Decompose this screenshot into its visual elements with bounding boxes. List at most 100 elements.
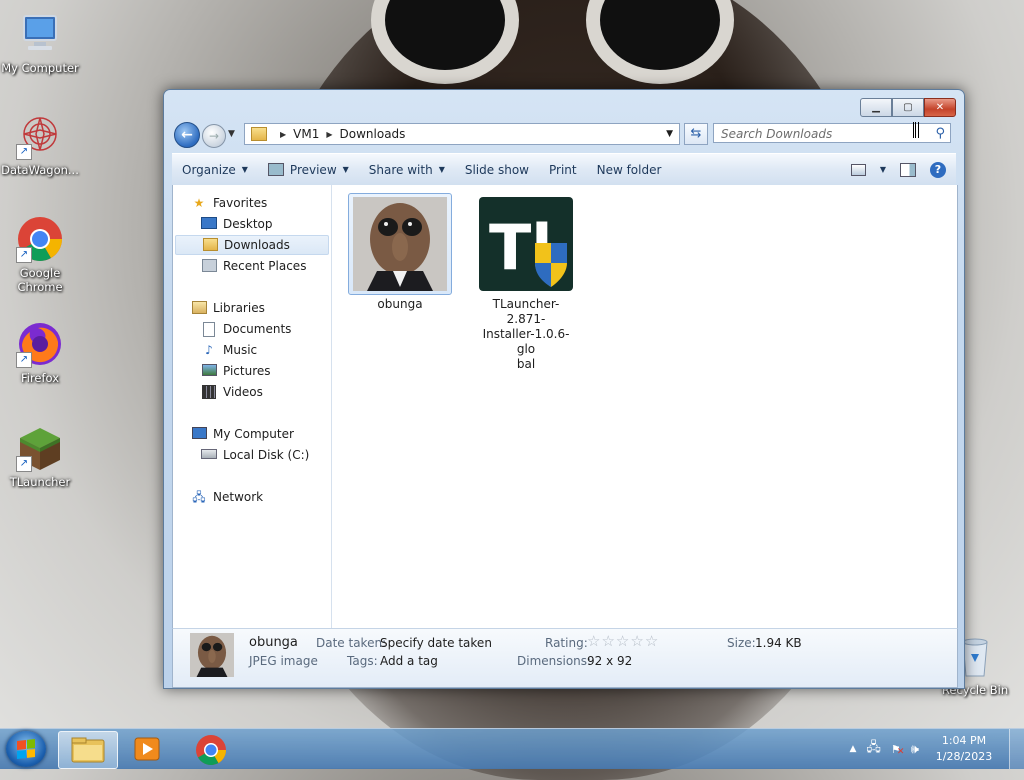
print-label: Print (549, 163, 577, 177)
nav-music[interactable]: ♪Music (201, 340, 257, 360)
show-hidden-icons-icon[interactable]: ▲ (850, 744, 857, 754)
details-pane: obunga JPEG image Date taken: Specify da… (172, 628, 958, 688)
size-value: 1.94 KB (755, 636, 802, 650)
pictures-icon (201, 364, 217, 378)
taskbar-chrome-button[interactable] (180, 731, 238, 767)
nav-label: Local Disk (C:) (223, 445, 309, 465)
preview-pane-icon[interactable] (900, 163, 916, 177)
file-item-obunga[interactable]: obunga (348, 193, 452, 312)
music-icon: ♪ (201, 343, 217, 357)
shortcut-arrow-icon: ↗ (16, 247, 32, 263)
maximize-button[interactable]: ▢ (892, 98, 924, 117)
nav-label: Pictures (223, 361, 271, 381)
change-view-icon[interactable] (851, 164, 866, 176)
nav-videos[interactable]: Videos (201, 382, 263, 402)
nav-libraries[interactable]: Libraries (191, 298, 265, 318)
file-item-tlauncher-installer[interactable]: Tl TLauncher-2.871- Installer-1.0.6-glo … (474, 193, 578, 372)
desktop-icon-tlauncher[interactable]: ↗ TLauncher (0, 424, 80, 489)
explorer-window[interactable]: ▁ ▢ ✕ ← → ▼ ▶ VM1 ▶ Downloads ▼ ⇆ Search… (163, 89, 965, 689)
address-dropdown-icon[interactable]: ▼ (666, 129, 673, 139)
shortcut-arrow-icon: ↗ (16, 352, 32, 368)
rating-stars[interactable]: ☆☆☆☆☆ (587, 632, 659, 650)
desktop-icon-google-chrome[interactable]: ↗ Google Chrome (0, 215, 80, 294)
nav-network[interactable]: 🖧Network (191, 487, 263, 507)
clock-time: 1:04 PM (929, 733, 999, 749)
preview-label: Preview (290, 163, 337, 177)
navigation-bar: ← → ▼ ▶ VM1 ▶ Downloads ▼ ⇆ Search Downl… (172, 121, 956, 147)
tags-label: Tags: (347, 654, 378, 668)
preview-button[interactable]: Preview ▼ (258, 163, 359, 177)
file-thumbnail-frame (348, 193, 452, 295)
preview-icon (268, 163, 284, 176)
new-folder-label: New folder (597, 163, 662, 177)
show-desktop-button[interactable] (1009, 729, 1024, 769)
breadcrumb-separator-icon[interactable]: ▶ (280, 130, 286, 139)
close-button[interactable]: ✕ (924, 98, 956, 117)
details-file-type: JPEG image (249, 654, 318, 668)
tags-field[interactable]: Add a tag (380, 654, 438, 668)
organize-button[interactable]: Organize ▼ (172, 163, 258, 177)
slide-show-button[interactable]: Slide show (455, 163, 539, 177)
grass-block-icon: ↗ (16, 424, 64, 472)
taskbar-media-player-button[interactable] (118, 731, 176, 767)
network-status-icon[interactable]: 🖧 (866, 738, 881, 760)
taskbar-explorer-button[interactable] (58, 731, 118, 769)
star-icon: ★ (191, 196, 207, 210)
system-tray: ▲ 🖧 ⚑✕ 🕪 1:04 PM 1/28/2023 (850, 729, 1024, 769)
desktop-icon-firefox[interactable]: ↗ Firefox (0, 320, 80, 385)
size-label: Size: (727, 636, 756, 650)
date-taken-label: Date taken: (316, 636, 386, 650)
share-with-button[interactable]: Share with▼ (359, 163, 455, 177)
rating-star-icon[interactable]: ☆ (616, 632, 630, 650)
desktop-icon-label: TLauncher (0, 475, 80, 489)
desktop-icon-datawagon[interactable]: ↗ DataWagon... (0, 112, 80, 177)
search-placeholder: Search Downloads (721, 127, 832, 141)
help-icon[interactable]: ? (930, 162, 946, 178)
text-cursor-icon (913, 122, 919, 138)
chevron-down-icon: ▼ (242, 165, 248, 174)
organize-label: Organize (182, 163, 236, 177)
file-list[interactable]: obunga Tl TLauncher-2.871- (332, 185, 957, 628)
desktop-icon-my-computer[interactable]: My Computer (0, 10, 80, 75)
shortcut-arrow-icon: ↗ (16, 456, 32, 472)
search-icon[interactable]: ⚲ (935, 124, 945, 144)
rating-star-icon[interactable]: ☆ (587, 632, 601, 650)
file-name-line: bal (474, 357, 578, 372)
explorer-body: ★Favorites Desktop Downloads Recent Plac… (172, 185, 958, 629)
nav-label: My Computer (213, 424, 294, 444)
rating-star-icon[interactable]: ☆ (645, 632, 659, 650)
nav-pictures[interactable]: Pictures (201, 361, 271, 381)
date-taken-field[interactable]: Specify date taken (380, 636, 492, 650)
nav-desktop[interactable]: Desktop (201, 214, 273, 234)
taskbar-clock[interactable]: 1:04 PM 1/28/2023 (929, 733, 999, 765)
nav-downloads[interactable]: Downloads (175, 235, 329, 255)
image-thumbnail (353, 197, 447, 291)
rating-star-icon[interactable]: ☆ (630, 632, 644, 650)
details-thumbnail (190, 633, 234, 677)
breadcrumb-downloads[interactable]: Downloads (340, 127, 406, 141)
recent-pages-dropdown-icon[interactable]: ▼ (228, 129, 235, 139)
caption-buttons: ▁ ▢ ✕ (860, 98, 956, 117)
nav-recent-places[interactable]: Recent Places (201, 256, 306, 276)
chevron-down-icon: ▼ (343, 165, 349, 174)
nav-local-disk[interactable]: Local Disk (C:) (201, 445, 309, 465)
print-button[interactable]: Print (539, 163, 587, 177)
address-bar[interactable]: ▶ VM1 ▶ Downloads ▼ (244, 123, 680, 145)
rating-star-icon[interactable]: ☆ (601, 632, 615, 650)
nav-my-computer[interactable]: My Computer (191, 424, 294, 444)
nav-documents[interactable]: Documents (201, 319, 291, 339)
details-file-name: obunga (249, 635, 298, 650)
refresh-button[interactable]: ⇆ (684, 123, 708, 145)
new-folder-button[interactable]: New folder (587, 163, 672, 177)
breadcrumb-vm1[interactable]: VM1 (293, 127, 319, 141)
chrome-icon: ↗ (16, 215, 64, 263)
volume-icon[interactable]: 🕪 (911, 742, 919, 757)
nav-favorites[interactable]: ★Favorites (191, 193, 267, 213)
back-button[interactable]: ← (174, 122, 200, 148)
minimize-button[interactable]: ▁ (860, 98, 892, 117)
action-center-flag-icon[interactable]: ⚑✕ (891, 743, 901, 756)
forward-button[interactable]: → (202, 124, 226, 148)
breadcrumb-separator-icon[interactable]: ▶ (326, 130, 332, 139)
start-button[interactable] (6, 731, 46, 767)
view-options-dropdown-icon[interactable]: ▼ (880, 165, 886, 174)
